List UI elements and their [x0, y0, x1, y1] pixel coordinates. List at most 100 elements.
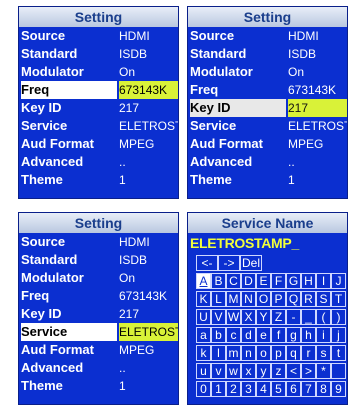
- setting-row-service[interactable]: Service ELETROST.: [19, 117, 178, 135]
- setting-row-source[interactable]: Source HDMI: [188, 27, 347, 45]
- key[interactable]: U: [196, 309, 211, 325]
- setting-row-aud-format[interactable]: Aud Format MPEG: [188, 135, 347, 153]
- key[interactable]: B: [211, 273, 226, 289]
- setting-row-advanced[interactable]: Advanced..: [188, 153, 347, 171]
- cursor-left-key[interactable]: <-: [196, 255, 218, 271]
- key[interactable]: H: [301, 273, 316, 289]
- key[interactable]: *: [316, 363, 331, 379]
- key[interactable]: s: [316, 345, 331, 361]
- key[interactable]: z: [271, 363, 286, 379]
- key[interactable]: 5: [271, 381, 286, 397]
- key[interactable]: R: [301, 291, 316, 307]
- setting-row-service[interactable]: Service ELETROST.: [19, 323, 178, 341]
- key[interactable]: a: [196, 327, 211, 343]
- key[interactable]: E: [256, 273, 271, 289]
- key[interactable]: J: [331, 273, 346, 289]
- key[interactable]: n: [241, 345, 256, 361]
- key[interactable]: q: [286, 345, 301, 361]
- setting-row-modulator[interactable]: Modulator On: [19, 269, 178, 287]
- key[interactable]: t: [331, 345, 346, 361]
- setting-row-freq[interactable]: Freq 673143K: [188, 81, 347, 99]
- key[interactable]: P: [271, 291, 286, 307]
- key[interactable]: d: [241, 327, 256, 343]
- key[interactable]: w: [226, 363, 241, 379]
- setting-row-freq[interactable]: Freq 673143K: [19, 287, 178, 305]
- key[interactable]: h: [301, 327, 316, 343]
- key[interactable]: 4: [256, 381, 271, 397]
- key[interactable]: g: [286, 327, 301, 343]
- setting-row-advanced[interactable]: Advanced..: [19, 359, 178, 377]
- setting-row-modulator[interactable]: Modulator On: [188, 63, 347, 81]
- key[interactable]: I: [316, 273, 331, 289]
- key[interactable]: G: [286, 273, 301, 289]
- key[interactable]: v: [211, 363, 226, 379]
- setting-row-advanced[interactable]: Advanced..: [19, 153, 178, 171]
- key[interactable]: f: [271, 327, 286, 343]
- key[interactable]: L: [211, 291, 226, 307]
- setting-row-freq[interactable]: Freq 673143K: [19, 81, 178, 99]
- key[interactable]: 1: [211, 381, 226, 397]
- setting-row-theme[interactable]: Theme 1: [19, 377, 178, 395]
- key[interactable]: A: [196, 273, 211, 289]
- setting-row-aud-format[interactable]: Aud Format MPEG: [19, 135, 178, 153]
- key[interactable]: u: [196, 363, 211, 379]
- setting-row-key-id[interactable]: Key ID 217: [19, 99, 178, 117]
- key[interactable]: >: [301, 363, 316, 379]
- key[interactable]: o: [256, 345, 271, 361]
- key[interactable]: Y: [256, 309, 271, 325]
- key[interactable]: D: [241, 273, 256, 289]
- service-name-entry[interactable]: ELETROSTAMP_: [190, 235, 299, 251]
- key[interactable]: e: [256, 327, 271, 343]
- key[interactable]: r: [301, 345, 316, 361]
- key[interactable]: Z: [271, 309, 286, 325]
- setting-row-theme[interactable]: Theme 1: [19, 171, 178, 189]
- key[interactable]: W: [226, 309, 241, 325]
- setting-row-theme[interactable]: Theme 1: [188, 171, 347, 189]
- key[interactable]: c: [226, 327, 241, 343]
- setting-row-standard[interactable]: Standard ISDB: [19, 45, 178, 63]
- key[interactable]: ): [331, 309, 346, 325]
- key[interactable]: 7: [301, 381, 316, 397]
- key[interactable]: y: [256, 363, 271, 379]
- setting-row-key-id[interactable]: Key ID 217: [188, 99, 347, 117]
- key[interactable]: 9: [331, 381, 346, 397]
- key[interactable]: 3: [241, 381, 256, 397]
- key[interactable]: N: [241, 291, 256, 307]
- key[interactable]: <: [286, 363, 301, 379]
- key[interactable]: i: [316, 327, 331, 343]
- key[interactable]: -: [286, 309, 301, 325]
- key[interactable]: m: [226, 345, 241, 361]
- key[interactable]: 8: [316, 381, 331, 397]
- key[interactable]: M: [226, 291, 241, 307]
- key[interactable]: V: [211, 309, 226, 325]
- key[interactable]: 6: [286, 381, 301, 397]
- setting-row-source[interactable]: Source HDMI: [19, 233, 178, 251]
- key[interactable]: S: [316, 291, 331, 307]
- key[interactable]: C: [226, 273, 241, 289]
- setting-row-standard[interactable]: Standard ISDB: [19, 251, 178, 269]
- setting-row-service[interactable]: Service ELETROST.: [188, 117, 347, 135]
- key[interactable]: 0: [196, 381, 211, 397]
- key[interactable]: O: [256, 291, 271, 307]
- key[interactable]: x: [241, 363, 256, 379]
- delete-key[interactable]: Del: [240, 255, 262, 271]
- key[interactable]: p: [271, 345, 286, 361]
- key[interactable]: [331, 363, 346, 379]
- setting-row-aud-format[interactable]: Aud Format MPEG: [19, 341, 178, 359]
- key[interactable]: K: [196, 291, 211, 307]
- key[interactable]: F: [271, 273, 286, 289]
- setting-row-key-id[interactable]: Key ID 217: [19, 305, 178, 323]
- key[interactable]: _: [301, 309, 316, 325]
- key[interactable]: (: [316, 309, 331, 325]
- setting-row-source[interactable]: Source HDMI: [19, 27, 178, 45]
- setting-row-standard[interactable]: Standard ISDB: [188, 45, 347, 63]
- key[interactable]: X: [241, 309, 256, 325]
- key[interactable]: Q: [286, 291, 301, 307]
- setting-row-modulator[interactable]: Modulator On: [19, 63, 178, 81]
- key[interactable]: l: [211, 345, 226, 361]
- key[interactable]: b: [211, 327, 226, 343]
- key[interactable]: T: [331, 291, 346, 307]
- key[interactable]: j: [331, 327, 346, 343]
- key[interactable]: k: [196, 345, 211, 361]
- cursor-right-key[interactable]: ->: [218, 255, 240, 271]
